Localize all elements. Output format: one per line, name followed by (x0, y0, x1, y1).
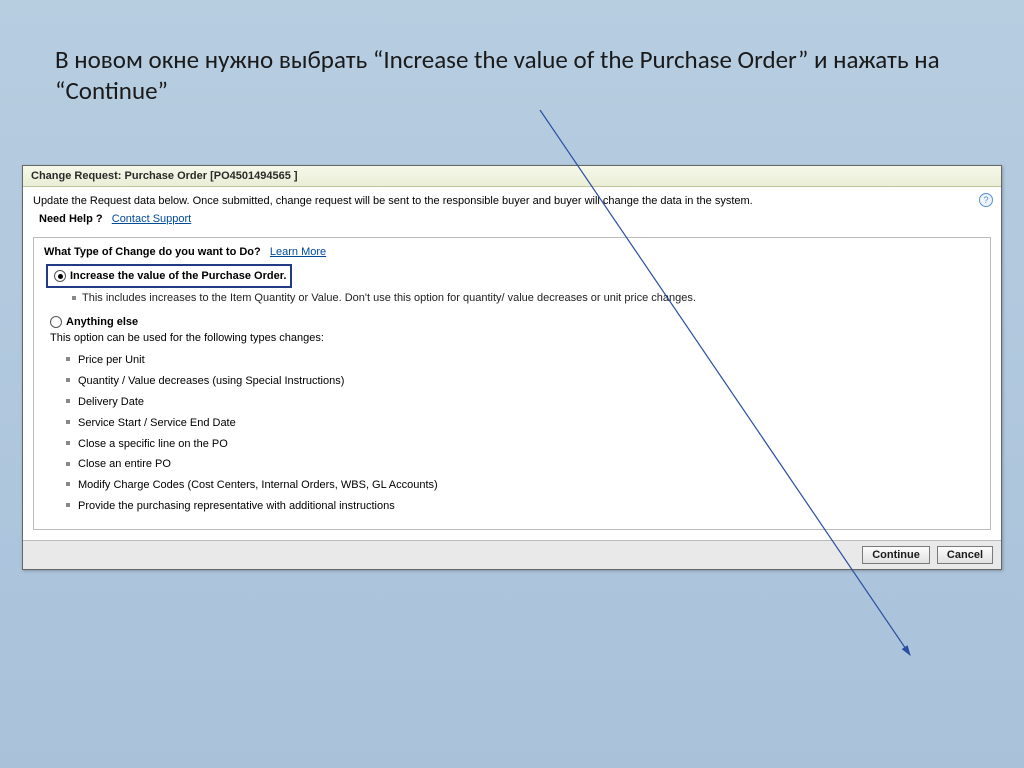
option-increase-note-text: This includes increases to the Item Quan… (82, 292, 696, 304)
radio-option-increase[interactable]: Increase the value of the Purchase Order… (54, 270, 286, 282)
change-types-list: Price per Unit Quantity / Value decrease… (66, 350, 980, 517)
list-item: Close a specific line on the PO (66, 434, 980, 455)
change-type-panel: What Type of Change do you want to Do? L… (33, 237, 991, 530)
info-row: Update the Request data below. Once subm… (23, 187, 1001, 213)
cancel-button[interactable]: Cancel (937, 546, 993, 564)
list-item: Close an entire PO (66, 454, 980, 475)
radio-icon (50, 316, 62, 328)
list-item: Provide the purchasing representative wi… (66, 496, 980, 517)
option-increase-label: Increase the value of the Purchase Order… (70, 270, 286, 282)
option-anything-else-explain: This option can be used for the followin… (50, 332, 980, 344)
list-item: Price per Unit (66, 350, 980, 371)
change-request-window: Change Request: Purchase Order [PO450149… (22, 165, 1002, 570)
question-text: What Type of Change do you want to Do? (44, 246, 261, 258)
list-item: Quantity / Value decreases (using Specia… (66, 371, 980, 392)
option-increase-highlight: Increase the value of the Purchase Order… (46, 264, 292, 288)
radio-icon (54, 270, 66, 282)
help-icon[interactable]: ? (979, 193, 993, 207)
need-help-row: Need Help ? Contact Support (23, 213, 1001, 233)
option-increase-note: This includes increases to the Item Quan… (72, 292, 980, 304)
footer-bar: Continue Cancel (23, 540, 1001, 569)
contact-support-link[interactable]: Contact Support (112, 213, 192, 225)
option-anything-else-label: Anything else (66, 316, 138, 328)
list-item: Modify Charge Codes (Cost Centers, Inter… (66, 475, 980, 496)
info-text: Update the Request data below. Once subm… (33, 195, 753, 207)
bullet-icon (72, 296, 76, 300)
radio-option-anything-else[interactable]: Anything else (50, 316, 980, 328)
slide-title: В новом окне нужно выбрать “Increase the… (55, 44, 969, 107)
panel-header: Change Request: Purchase Order [PO450149… (23, 166, 1001, 187)
need-help-label: Need Help ? (39, 213, 103, 225)
list-item: Delivery Date (66, 392, 980, 413)
learn-more-link[interactable]: Learn More (270, 246, 326, 258)
continue-button[interactable]: Continue (862, 546, 930, 564)
list-item: Service Start / Service End Date (66, 413, 980, 434)
question-row: What Type of Change do you want to Do? L… (44, 246, 980, 258)
